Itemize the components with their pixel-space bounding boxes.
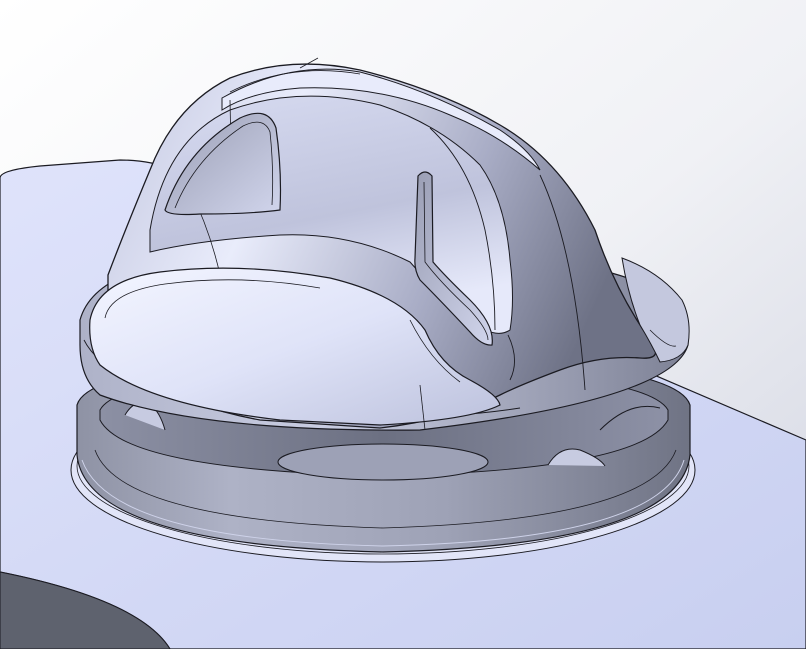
cad-viewport[interactable] — [0, 0, 806, 649]
center-boss — [277, 443, 489, 481]
cad-model-render — [0, 0, 806, 649]
